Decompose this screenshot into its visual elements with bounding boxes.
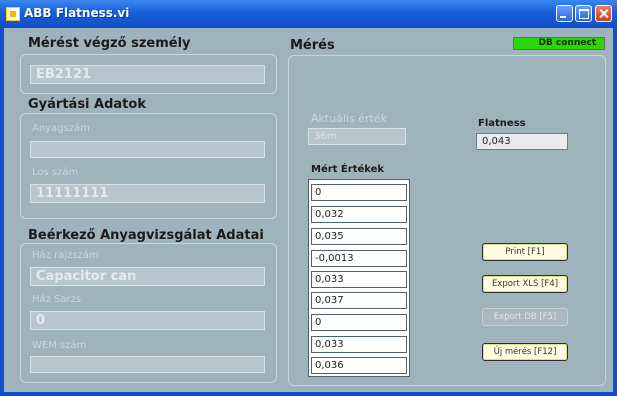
app-icon <box>6 7 20 21</box>
drawing-number-label: Ház rajzszám <box>32 250 99 261</box>
title-bar: ABB Flatness.vi <box>0 0 617 28</box>
export-db-button[interactable]: Export DB [F5] <box>482 308 568 326</box>
new-measurement-button[interactable]: Új mérés [F12] <box>482 343 568 361</box>
close-icon[interactable] <box>595 5 612 22</box>
measured-value-item[interactable]: 0 <box>311 314 407 331</box>
measured-value-item[interactable]: 0,037 <box>311 292 407 309</box>
incoming-title: Beérkező Anyagvizsgálat Adatai <box>28 228 264 243</box>
current-value-label: Aktuális érték <box>311 112 388 125</box>
current-value-field: 36m <box>308 128 406 145</box>
material-number-field[interactable] <box>30 141 265 158</box>
measured-values-label: Mért Értékek <box>311 164 385 175</box>
flatness-field: 0,043 <box>476 133 568 150</box>
minimize-icon[interactable] <box>556 5 573 22</box>
material-number-label: Anyagszám <box>32 123 90 134</box>
measured-value-item[interactable]: 0,033 <box>311 271 407 288</box>
export-xls-button[interactable]: Export XLS [F4] <box>482 275 568 293</box>
maximize-icon[interactable] <box>575 5 592 22</box>
operator-field[interactable]: EB2121 <box>30 65 265 84</box>
db-connect-indicator: DB connect <box>513 37 605 50</box>
wem-number-label: WEM szám <box>32 340 87 351</box>
batch-field[interactable]: 0 <box>30 311 265 330</box>
measured-value-item[interactable]: 0,035 <box>311 228 407 245</box>
measured-value-item[interactable]: 0 <box>311 184 407 201</box>
measured-value-item[interactable]: -0,0013 <box>311 250 407 267</box>
measured-value-item[interactable]: 0,036 <box>311 357 407 374</box>
measured-value-item[interactable]: 0,033 <box>311 336 407 353</box>
lot-number-label: Los szám <box>32 167 79 178</box>
batch-label: Ház Sarzs <box>32 294 82 305</box>
print-button[interactable]: Print [F1] <box>482 243 568 261</box>
lot-number-field[interactable]: 11111111 <box>30 184 265 203</box>
measurement-title: Mérés <box>290 38 335 53</box>
flatness-label: Flatness <box>478 118 526 129</box>
window-title: ABB Flatness.vi <box>24 6 130 20</box>
wem-number-field[interactable] <box>30 356 265 373</box>
production-title: Gyártási Adatok <box>28 97 146 112</box>
measured-value-item[interactable]: 0,032 <box>311 206 407 223</box>
operator-title: Mérést végző személy <box>28 36 191 51</box>
drawing-number-field[interactable]: Capacitor can <box>30 267 265 286</box>
